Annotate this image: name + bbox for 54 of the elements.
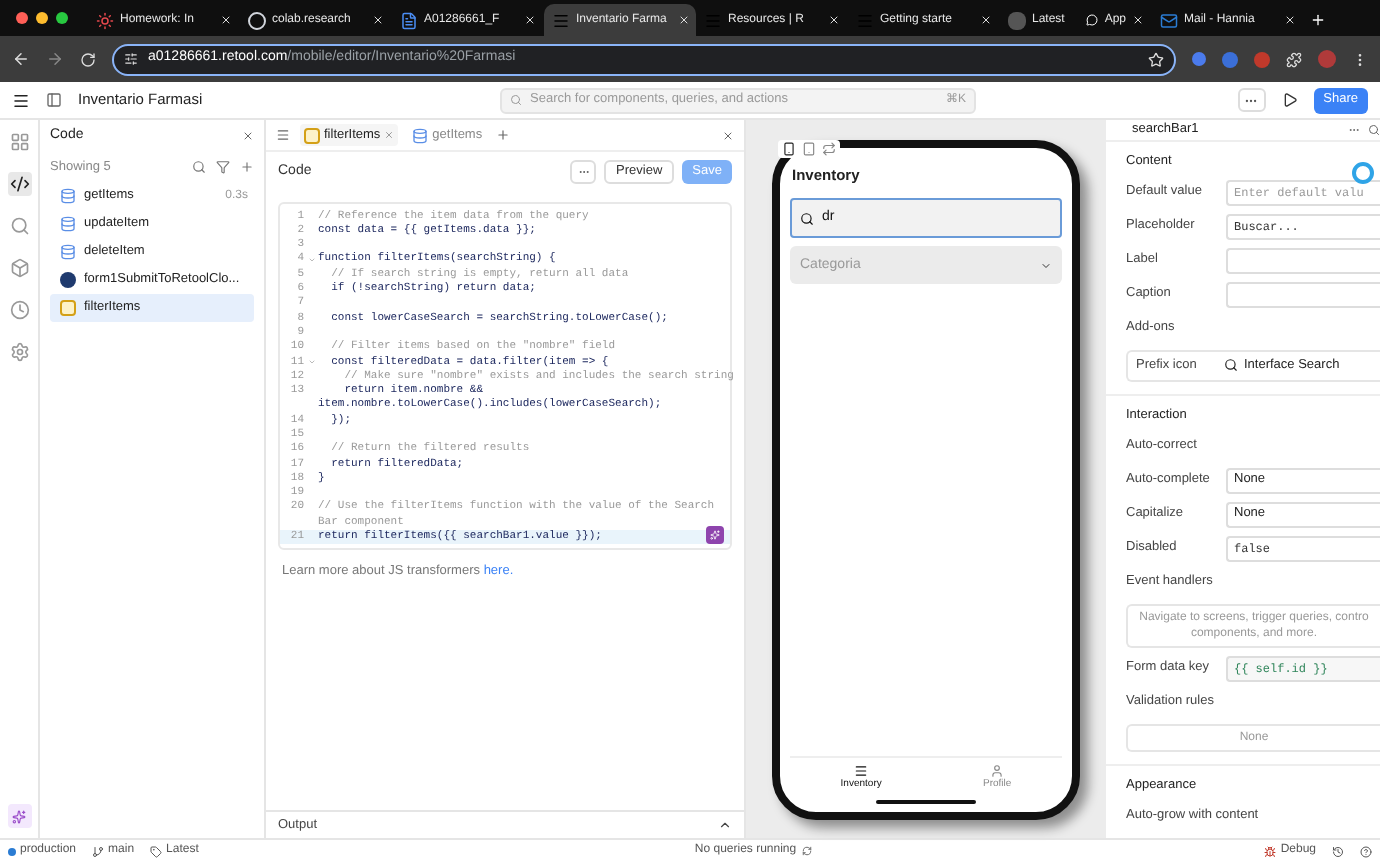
assistant-swirl-icon[interactable]	[1352, 162, 1374, 184]
clock-icon[interactable]	[7, 298, 31, 322]
tablet-icon[interactable]	[802, 142, 816, 156]
logo-icon	[552, 11, 570, 29]
code-icon[interactable]	[7, 172, 31, 196]
logo-icon[interactable]	[12, 91, 30, 109]
database-icon	[60, 216, 76, 232]
assistant-icon[interactable]	[706, 525, 724, 544]
chevron-up-icon[interactable]	[718, 818, 732, 832]
rotate-icon[interactable]	[822, 142, 836, 156]
sparkle-icon[interactable]	[7, 804, 31, 828]
bug-icon	[1264, 845, 1277, 857]
chat-icon	[1086, 14, 1099, 26]
person-icon	[990, 764, 1005, 779]
database-icon	[412, 127, 429, 143]
history-icon[interactable]	[1332, 845, 1344, 857]
search-icon	[1224, 358, 1238, 373]
grid-icon[interactable]	[7, 130, 31, 154]
sun-icon	[96, 11, 114, 29]
document-icon	[400, 11, 418, 29]
star-icon[interactable]	[1148, 51, 1164, 67]
shield-icon[interactable]	[1192, 52, 1206, 66]
back-icon[interactable]	[12, 50, 30, 68]
tag-icon	[150, 845, 163, 857]
input-field[interactable]	[1226, 281, 1380, 308]
help-icon[interactable]	[1360, 845, 1372, 857]
branch-icon	[92, 845, 105, 857]
new-tab-icon[interactable]	[1310, 12, 1326, 28]
input-field[interactable]	[1226, 247, 1380, 274]
transformer-icon	[304, 127, 320, 143]
add-tab-icon[interactable]	[496, 128, 511, 142]
database-icon	[60, 188, 76, 204]
search-icon	[510, 94, 522, 106]
menu-icon	[854, 764, 869, 779]
search-icon[interactable]	[1368, 123, 1380, 136]
search-icon[interactable]	[192, 160, 206, 174]
settings-icon[interactable]	[7, 340, 31, 364]
sidebar-icon[interactable]	[46, 92, 62, 108]
site-settings-icon[interactable]	[124, 52, 138, 66]
puzzle-icon[interactable]	[1286, 51, 1302, 67]
reload-icon[interactable]	[80, 51, 96, 67]
phone-icon[interactable]	[782, 142, 796, 156]
refresh-icon[interactable]	[802, 846, 813, 856]
search-icon	[800, 211, 814, 226]
chevron-down-icon	[1040, 259, 1052, 272]
filter-icon[interactable]	[216, 160, 230, 174]
box-icon[interactable]	[7, 256, 31, 280]
forward-icon[interactable]	[46, 50, 64, 68]
database-icon	[60, 244, 76, 260]
search-icon[interactable]	[7, 214, 31, 238]
mail-icon	[1160, 11, 1178, 29]
play-icon[interactable]	[1281, 92, 1298, 108]
home-indicator	[876, 800, 976, 804]
transformer-icon	[60, 300, 76, 316]
